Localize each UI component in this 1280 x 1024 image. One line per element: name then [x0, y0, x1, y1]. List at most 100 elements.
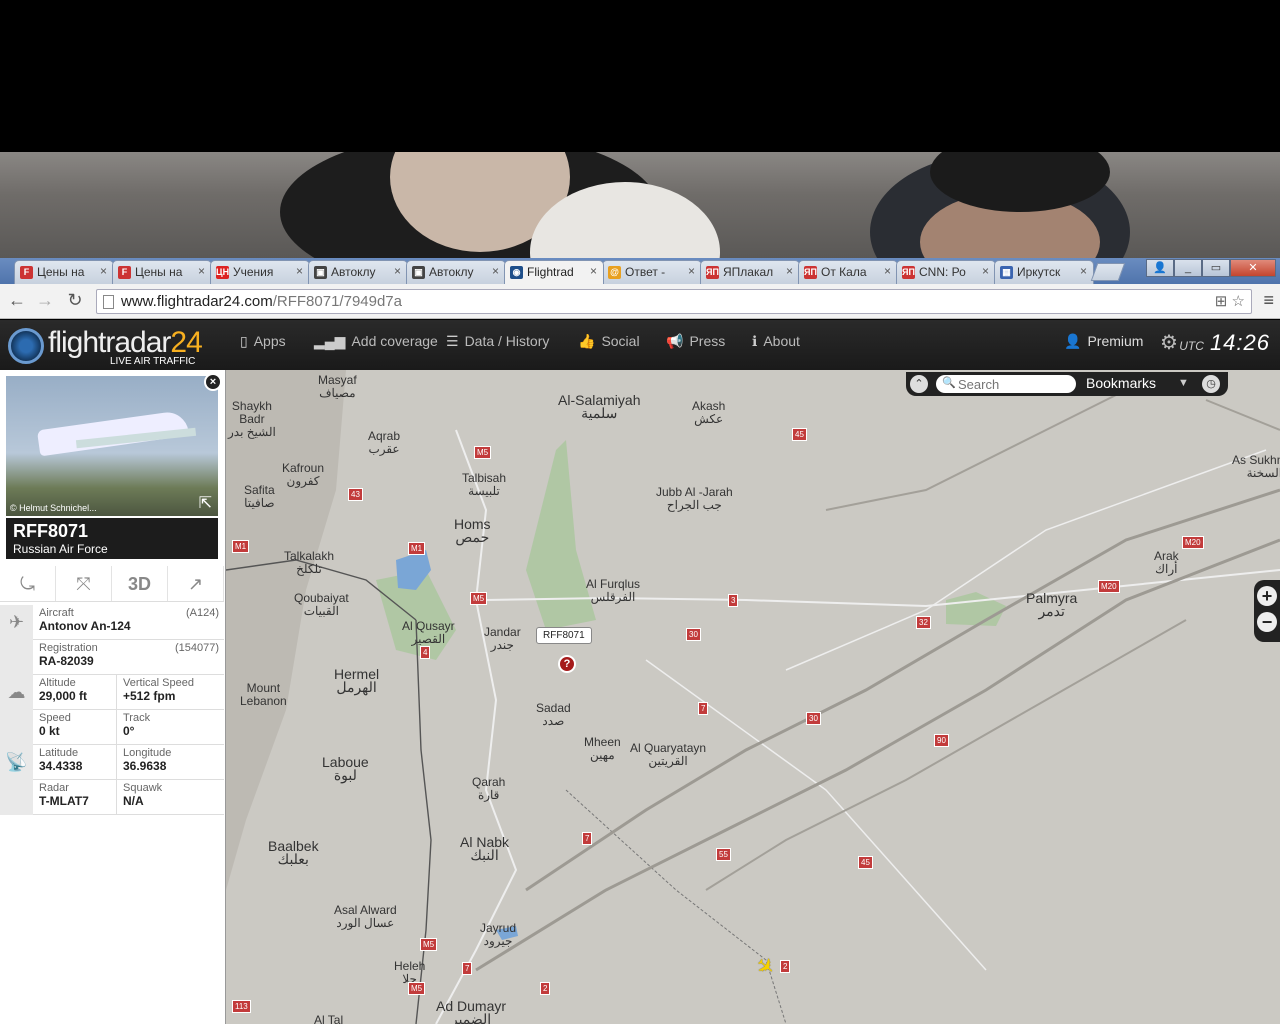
window-close-icon[interactable]: ✕ [1230, 259, 1276, 277]
translate-icon[interactable]: ⊞ [1215, 293, 1228, 310]
flight-map-label[interactable]: RFF8071 [536, 627, 592, 644]
tab-close-icon[interactable]: × [100, 264, 107, 278]
road-shield: 113 [232, 1000, 251, 1013]
logo-accent: 24 [170, 326, 202, 359]
tab-close-icon[interactable]: × [394, 264, 401, 278]
nav-data-history[interactable]: ☰ Data / History [446, 333, 549, 350]
browser-tab[interactable]: ▣ Автоклу × [406, 260, 506, 284]
zoom-in-button[interactable]: + [1257, 586, 1277, 606]
tab-close-icon[interactable]: × [786, 264, 793, 278]
road-shield: M5 [474, 446, 492, 459]
nav-press[interactable]: 📢 Press [666, 333, 725, 350]
detail-code: (154077) [174, 642, 219, 654]
radar-dish-icon: 📡 [0, 745, 33, 780]
forward-icon[interactable]: → [34, 290, 56, 311]
tab-label: Учения [233, 265, 274, 279]
tab-close-icon[interactable]: × [492, 264, 499, 278]
center-icon[interactable]: ⤧ [56, 566, 112, 601]
browser-tab[interactable]: ◉ Flightrad × [504, 260, 604, 284]
tab-close-icon[interactable]: × [590, 264, 597, 278]
external-link-icon[interactable]: ⇱ [199, 493, 212, 513]
close-icon[interactable]: × [204, 373, 222, 391]
bookmark-star-icon[interactable]: ☆ [1232, 293, 1245, 310]
browser-tab[interactable]: ▣ Автоклу × [308, 260, 408, 284]
route-icon[interactable]: ⤿ [0, 566, 56, 601]
browser-menu-icon[interactable]: ≡ [1263, 290, 1274, 311]
browser-tab[interactable]: ▦ Иркутск × [994, 260, 1094, 284]
road-shield: M1 [408, 542, 426, 555]
user-icon[interactable]: 👤 [1146, 259, 1174, 277]
browser-tab[interactable]: ЯП ЯПлакал × [700, 260, 800, 284]
nav-apps[interactable]: ▯ Apps [240, 333, 286, 350]
utc-label: UTC [1179, 339, 1204, 353]
browser-tab[interactable]: ЯП От Кала × [798, 260, 898, 284]
airplane-icon: ✈ [0, 605, 33, 640]
browser-tab[interactable]: ЯП CNN: Ро × [896, 260, 996, 284]
tab-close-icon[interactable]: × [884, 264, 891, 278]
map-place-label: Al-Salamiyah سلمية [558, 392, 641, 421]
flight-info-panel: © Helmut Schnichel... ⇱ × RFF8071 Russia… [0, 370, 226, 1024]
view-3d-button[interactable]: 3D [112, 566, 168, 601]
browser-tab[interactable]: ЦН Учения × [210, 260, 310, 284]
tab-favicon-icon: ЯП [902, 266, 915, 279]
nav-add-coverage[interactable]: ▂▄▆ Add coverage [314, 333, 438, 350]
detail-value: N/A [123, 794, 144, 808]
callsign-box: RFF8071 Russian Air Force [6, 518, 218, 559]
road-shield: 45 [858, 856, 873, 869]
collapse-up-icon[interactable]: ⌃ [910, 375, 928, 393]
map-place-label: Baalbek بعلبك [268, 838, 319, 867]
road-shield: M20 [1098, 580, 1120, 593]
nav-about[interactable]: ℹ About [752, 333, 800, 350]
tab-label: Иркутск [1017, 265, 1061, 279]
map-place-label: Akash عكش [692, 399, 726, 426]
browser-tab-bar: F Цены на × F Цены на × ЦН Учения × ▣ Автоклу × ▣ Авт… [0, 258, 1280, 284]
browser-tab[interactable]: F Цены на × [112, 260, 212, 284]
tab-close-icon[interactable]: × [982, 264, 989, 278]
clock-icon[interactable]: ◷ [1202, 375, 1220, 393]
new-tab-button[interactable] [1090, 263, 1126, 281]
reload-icon[interactable]: ↻ [64, 290, 86, 311]
map-place-label: Mount Lebanon [240, 681, 287, 708]
back-icon[interactable]: ← [6, 290, 28, 311]
browser-address-bar: ← → ↻ www.flightradar24.com/RFF8071/7949… [0, 284, 1280, 319]
tab-favicon-icon: ▣ [314, 266, 327, 279]
background-video-strip [0, 152, 1280, 259]
road-shield: 3 [728, 594, 739, 607]
chevron-down-icon[interactable]: ▼ [1178, 377, 1189, 389]
tab-label: От Кала [821, 265, 867, 279]
road-shield: 7 [582, 832, 593, 845]
detail-value: 34.4338 [39, 759, 83, 773]
map-place-label: Jandar جندر [484, 625, 521, 652]
tab-favicon-icon: ◉ [510, 266, 523, 279]
detail-value: +512 fpm [123, 689, 176, 703]
map-place-label: Hermel الهرمل [334, 666, 380, 695]
share-icon[interactable]: ↗ [168, 566, 224, 601]
bookmarks-button[interactable]: Bookmarks [1086, 375, 1156, 391]
flight-unknown-marker-icon[interactable]: ? [558, 655, 576, 673]
aircraft-photo[interactable]: © Helmut Schnichel... ⇱ [6, 376, 218, 516]
flight-map[interactable]: Masyaf مصياف Al-Salamiyah سلمية Akash عكش S… [226, 370, 1280, 1024]
tab-close-icon[interactable]: × [1080, 264, 1087, 278]
tab-close-icon[interactable]: × [688, 264, 695, 278]
url-path: /RFF8071/7949d7a [272, 293, 402, 310]
tab-close-icon[interactable]: × [296, 264, 303, 278]
map-place-label: Arak أراك [1154, 549, 1179, 576]
detail-value: Antonov An-124 [39, 619, 131, 633]
tab-label: CNN: Ро [919, 265, 966, 279]
url-input[interactable]: www.flightradar24.com/RFF8071/7949d7a ⊞ … [96, 289, 1252, 314]
browser-tab[interactable]: F Цены на × [14, 260, 114, 284]
zoom-out-button[interactable]: − [1257, 612, 1277, 632]
browser-tab[interactable]: @ Ответ - × [602, 260, 702, 284]
nav-social[interactable]: 👍 Social [578, 333, 640, 350]
tab-close-icon[interactable]: × [198, 264, 205, 278]
tab-favicon-icon: ЯП [804, 266, 817, 279]
road-shield: 55 [716, 848, 731, 861]
detail-row: ✈ Aircraft Antonov An-124 (A124) [0, 605, 224, 640]
map-place-label: Safita صافيتا [244, 483, 275, 510]
search-input[interactable] [936, 375, 1076, 393]
map-place-label: Al Quaryatayn القريتين [630, 741, 707, 768]
maximize-icon[interactable]: ▭ [1202, 259, 1230, 277]
nav-premium[interactable]: 👤 Premium [1064, 333, 1143, 350]
settings-gear-icon[interactable]: ⚙ [1160, 330, 1178, 355]
minimize-icon[interactable]: _ [1174, 259, 1202, 277]
